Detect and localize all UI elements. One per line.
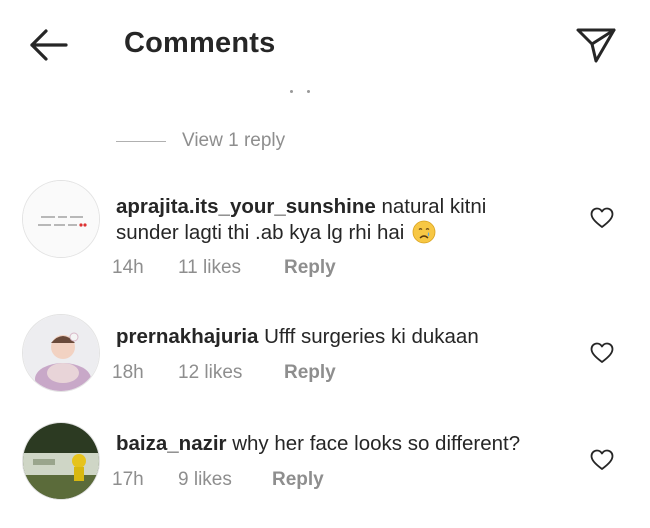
- divider-line: [116, 140, 166, 142]
- comment-body-line1: Ufff surgeries ki dukaan: [258, 325, 479, 348]
- comment-text: baiza_nazir why her face looks so differ…: [116, 431, 576, 457]
- reply-button[interactable]: Reply: [284, 257, 336, 279]
- page-title: Comments: [124, 27, 276, 59]
- like-heart-icon[interactable]: [590, 342, 614, 364]
- avatar[interactable]: [22, 180, 100, 258]
- share-direct-icon[interactable]: [574, 24, 618, 64]
- comment-time: 14h: [112, 257, 144, 278]
- comment-username[interactable]: aprajita.its_your_sunshine: [116, 195, 376, 218]
- comment-username[interactable]: prernakhajuria: [116, 325, 258, 348]
- comment-time: 18h: [112, 362, 144, 383]
- view-replies-label: View 1 reply: [182, 130, 286, 151]
- comment-text: prernakhajuria Ufff surgeries ki dukaan: [116, 324, 576, 350]
- reply-button[interactable]: Reply: [272, 469, 324, 491]
- like-heart-icon[interactable]: [590, 207, 614, 229]
- reply-button[interactable]: Reply: [284, 362, 336, 384]
- like-heart-icon[interactable]: [590, 449, 614, 471]
- comment-meta: 18h 12 likes Reply: [112, 362, 336, 384]
- comment-body-line2: sunder lagti thi .ab kya lg rhi hai: [116, 221, 405, 244]
- comment-username[interactable]: baiza_nazir: [116, 432, 227, 455]
- comment-body-line1: why her face looks so different?: [226, 432, 521, 455]
- view-replies-button[interactable]: View 1 reply: [116, 128, 285, 154]
- comment-body-line1: natural kitni: [375, 195, 487, 218]
- back-arrow-icon[interactable]: [26, 26, 70, 64]
- comment-text: aprajita.its_your_sunshine natural kitni…: [116, 194, 576, 246]
- avatar[interactable]: [22, 422, 100, 500]
- comment-likes[interactable]: 9 likes: [178, 469, 272, 491]
- comment-time: 17h: [112, 469, 144, 490]
- comment-likes[interactable]: 12 likes: [178, 362, 284, 384]
- comment-likes[interactable]: 11 likes: [178, 257, 284, 279]
- crying-face-icon: [412, 220, 436, 244]
- comments-header: Comments: [0, 0, 650, 90]
- avatar[interactable]: [22, 314, 100, 392]
- cut-off-comment-text: [290, 80, 330, 94]
- comment-meta: 17h 9 likes Reply: [112, 469, 324, 491]
- comment-meta: 14h 11 likes Reply: [112, 257, 336, 279]
